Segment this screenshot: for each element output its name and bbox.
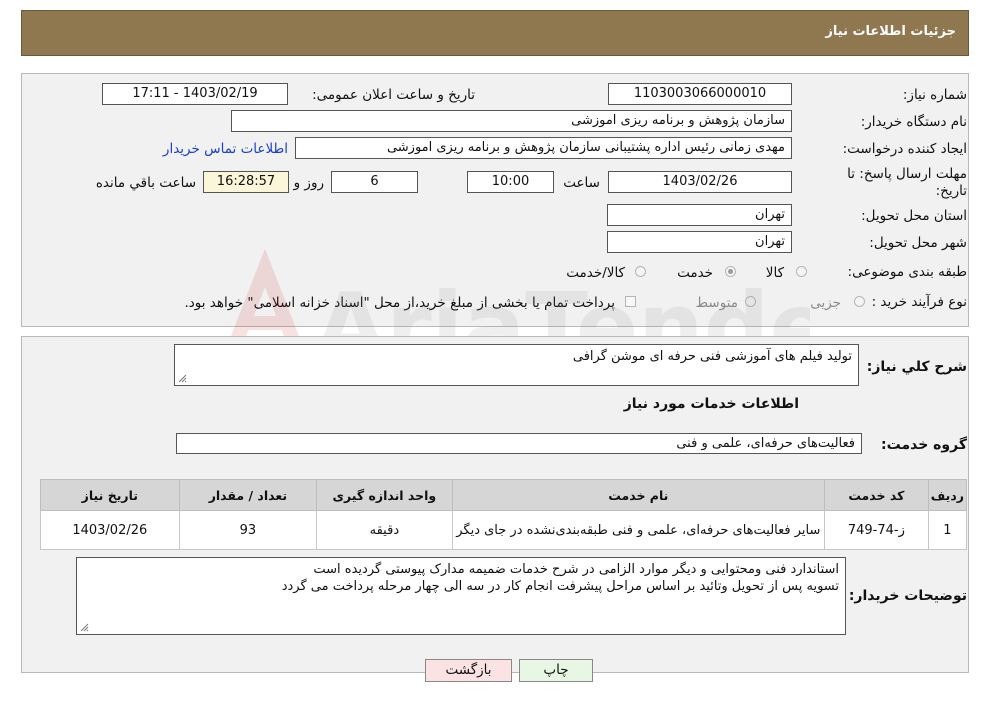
category-option-goods: کالا	[765, 265, 784, 281]
need-number-field: 1103003066000010	[608, 83, 792, 105]
treasury-payment-note: پرداخت تمام یا بخشی از مبلغ خرید،از محل …	[184, 295, 615, 311]
category-option-goods-service: کالا/خدمت	[566, 265, 625, 281]
creator-label: ایجاد کننده درخواست:	[842, 141, 967, 157]
days-label: روز و	[293, 175, 324, 191]
category-radio-goods[interactable]	[796, 266, 807, 277]
buyer-notes-line-2: تسویه پس از تحویل وتائید بر اساس مراحل پ…	[281, 579, 839, 594]
deadline-label: مهلت ارسال پاسخ: تا تاریخ:	[847, 166, 967, 199]
process-option-minor: جزیی	[810, 295, 841, 311]
buyer-notes-label: توضیحات خریدار:	[848, 588, 967, 604]
resize-grip-icon[interactable]	[178, 374, 187, 383]
process-option-medium: متوسط	[695, 295, 738, 311]
services-table: ردیف کد خدمت نام خدمت واحد اندازه گیری ت…	[40, 479, 968, 550]
cell-unit: دقیقه	[316, 510, 453, 550]
remaining-time-field: 16:28:57	[203, 171, 289, 193]
deadline-time-label: ساعت	[563, 175, 600, 191]
col-header-service-name: نام خدمت	[451, 479, 826, 511]
category-radio-goods-service[interactable]	[635, 266, 646, 277]
process-type-label: نوع فرآیند خرید :	[871, 294, 967, 310]
page-header: جزئیات اطلاعات نیاز	[21, 10, 969, 56]
col-header-need-date: تاریخ نیاز	[40, 479, 180, 511]
remaining-label: ساعت باقي مانده	[95, 175, 196, 191]
service-group-label: گروه خدمت:	[881, 437, 967, 453]
cell-row-number: 1	[927, 510, 968, 550]
services-section-title: اطلاعات خدمات مورد نياز	[623, 396, 799, 412]
process-radio-medium[interactable]	[745, 296, 756, 307]
announce-datetime-field: 1403/02/19 - 17:11	[102, 83, 288, 105]
col-header-row-number: ردیف	[927, 479, 968, 511]
province-field: تهران	[607, 204, 792, 226]
process-radio-minor[interactable]	[854, 296, 865, 307]
buyer-notes-field: استاندارد فنی ومحتوایی و دیگر موارد الزا…	[76, 557, 846, 635]
col-header-quantity: تعداد / مقدار	[178, 479, 318, 511]
buyer-contact-link[interactable]: اطلاعات تماس خریدار	[163, 141, 288, 157]
general-description-label: شرح کلي نياز:	[866, 359, 967, 375]
need-number-label: شماره نیاز:	[902, 87, 967, 103]
creator-field: مهدی زمانی رئیس اداره پشتیبانی سازمان پژ…	[295, 137, 792, 159]
print-button[interactable]: چاپ	[519, 659, 593, 682]
province-label: استان محل تحویل:	[861, 208, 967, 224]
category-option-service: خدمت	[677, 265, 713, 281]
buyer-org-field: سازمان پژوهش و برنامه ریزی اموزشی	[231, 110, 792, 132]
category-radio-service[interactable]	[725, 266, 736, 277]
service-group-field: فعالیت‌های حرفه‌ای، علمی و فنی	[176, 433, 862, 454]
city-field: تهران	[607, 231, 792, 253]
buyer-notes-line-1: استاندارد فنی ومحتوایی و دیگر موارد الزا…	[313, 562, 839, 577]
cell-service-code: ز-74-749	[824, 510, 929, 550]
cell-service-name: سایر فعالیت‌های حرفه‌ای، علمی و فنی طبقه…	[451, 510, 826, 550]
page-title: جزئیات اطلاعات نیاز	[825, 24, 956, 39]
announce-label: تاریخ و ساعت اعلان عمومی:	[312, 87, 475, 103]
col-header-service-code: کد خدمت	[824, 479, 929, 511]
table-header-row: ردیف کد خدمت نام خدمت واحد اندازه گیری ت…	[40, 479, 968, 511]
category-label: طبقه بندی موضوعی:	[847, 264, 967, 280]
table-row: 1 ز-74-749 سایر فعالیت‌های حرفه‌ای، علمی…	[40, 510, 968, 550]
deadline-time-field: 10:00	[467, 171, 554, 193]
buyer-org-label: نام دستگاه خریدار:	[860, 114, 967, 130]
resize-grip-icon[interactable]	[80, 623, 89, 632]
cell-need-date: 1403/02/26	[40, 510, 180, 550]
days-field: 6	[331, 171, 418, 193]
deadline-date-field: 1403/02/26	[608, 171, 792, 193]
general-description-text: تولید فیلم های آموزشی فنی حرفه ای موشن گ…	[572, 349, 852, 364]
general-description-field: تولید فیلم های آموزشی فنی حرفه ای موشن گ…	[174, 344, 859, 386]
treasury-payment-checkbox[interactable]	[625, 296, 636, 307]
back-button[interactable]: بازگشت	[425, 659, 512, 682]
col-header-unit: واحد اندازه گیری	[316, 479, 453, 511]
city-label: شهر محل تحویل:	[869, 235, 967, 251]
cell-quantity: 93	[178, 510, 318, 550]
